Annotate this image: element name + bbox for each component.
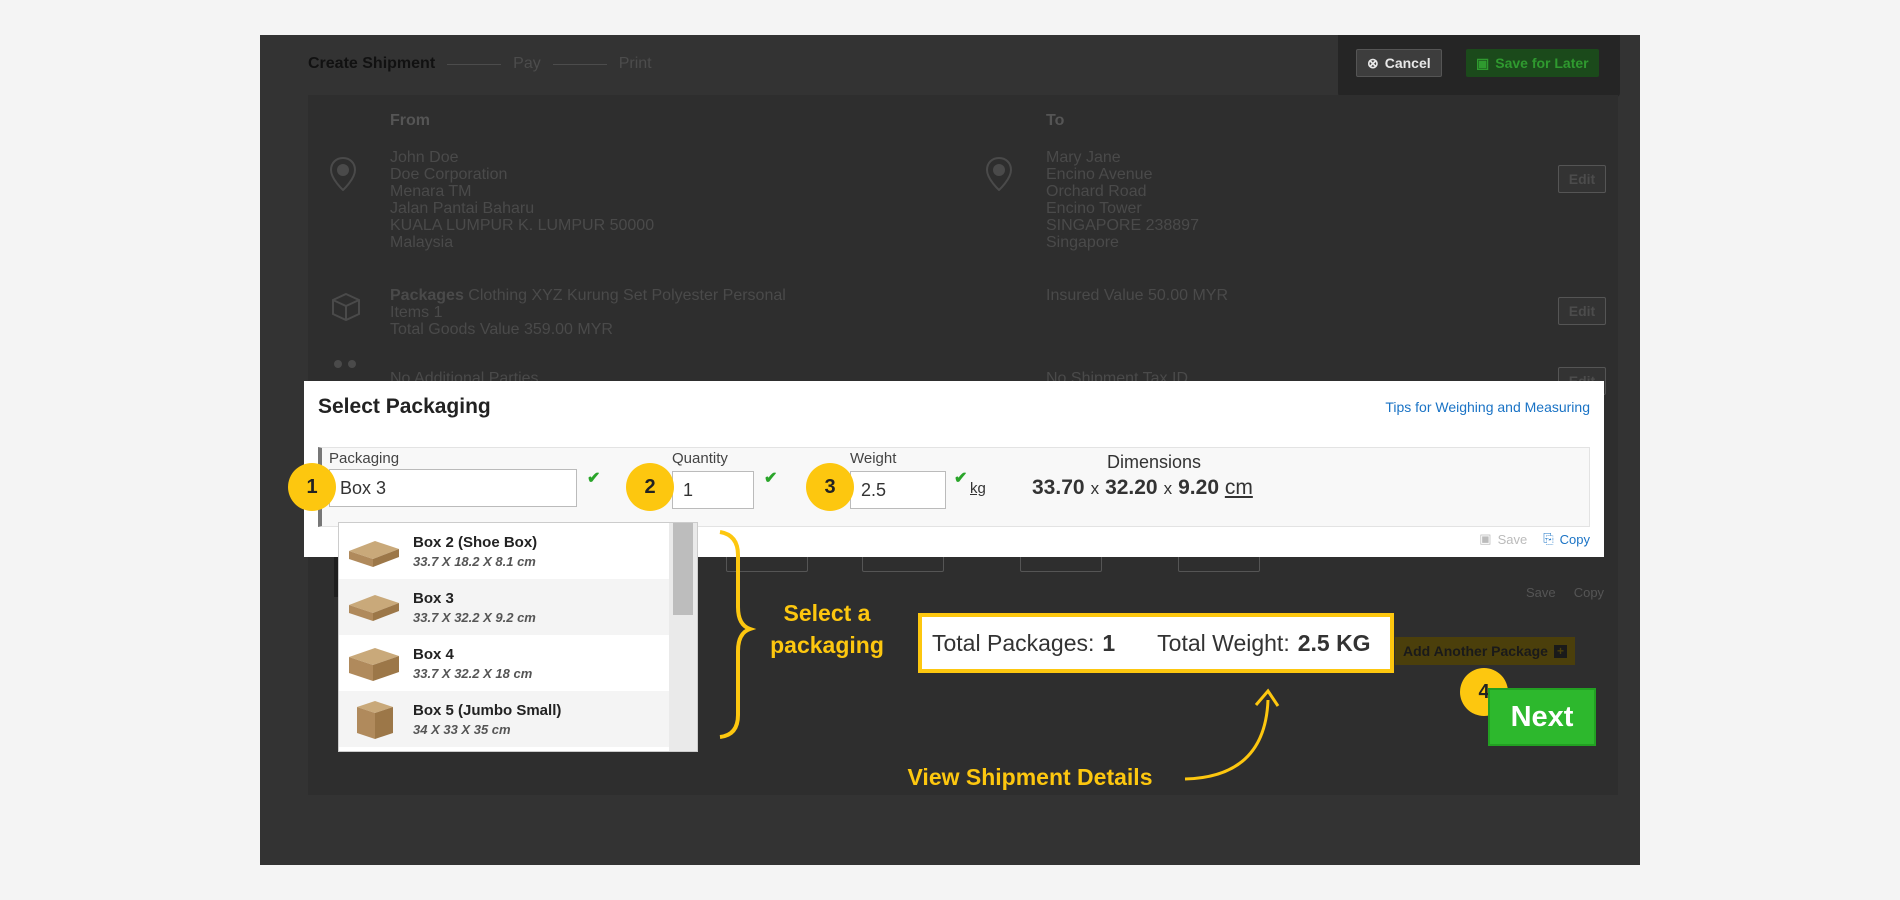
app-screen: Create Shipment Pay Print ⊗ Cancel ▣ Sav… xyxy=(260,35,1640,865)
annotation-drawings xyxy=(719,530,1280,781)
callout-arrow xyxy=(1184,699,1270,781)
view-details-callout: View Shipment Details xyxy=(907,764,1153,790)
total-weight-value: 2.5 KG xyxy=(1297,629,1371,656)
total-packages-value: 1 xyxy=(1102,629,1116,656)
step-badge-2: 2 xyxy=(626,463,674,511)
shipment-totals: Total Packages: 1 Total Weight: 2.5 KG xyxy=(918,613,1394,673)
callout-line: packaging xyxy=(770,632,884,658)
total-packages-label: Total Packages: xyxy=(932,629,1095,656)
step-badge-3: 3 xyxy=(806,463,854,511)
curly-brace xyxy=(719,530,757,739)
callout-line: Select a xyxy=(783,600,871,626)
select-packaging-callout: Select a packaging xyxy=(752,597,902,661)
step-badge-1: 1 xyxy=(288,463,336,511)
next-button[interactable]: Next xyxy=(1488,688,1596,746)
total-weight-label: Total Weight: xyxy=(1157,629,1290,656)
